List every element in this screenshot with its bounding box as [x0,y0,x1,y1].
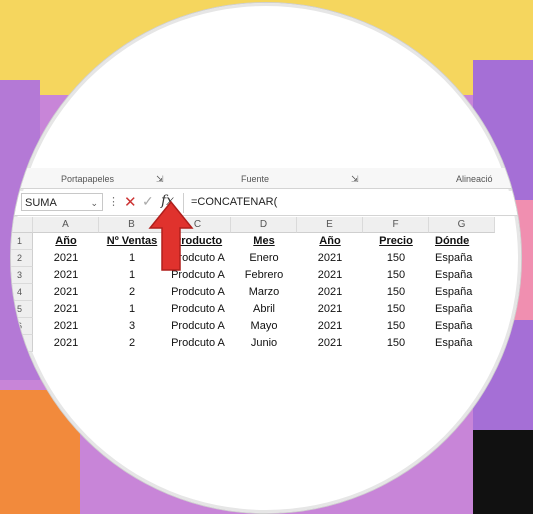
clipboard-launcher-icon[interactable]: ⇲ [156,174,164,185]
magnifier-circle: Portapapeles ⇲ Fuente ⇲ Alineació SUMA ⌄… [11,3,521,513]
column-header-g[interactable]: G [429,217,495,233]
table-cell[interactable]: Febrero [231,267,297,284]
name-box-value: SUMA [25,197,57,209]
column-header-e[interactable]: E [297,217,363,233]
row-header-1[interactable]: 1 [11,233,33,250]
table-cell[interactable]: España [429,284,495,301]
red-arrow-icon [148,200,194,271]
table-cell[interactable]: España [429,335,495,352]
header-cell-f[interactable]: Precio [363,233,429,250]
table-cell[interactable]: Prodcuto A [165,284,231,301]
font-launcher-icon[interactable]: ⇲ [351,174,359,185]
table-cell[interactable]: 2021 [297,335,363,352]
table-cell[interactable]: Marzo [231,284,297,301]
table-cell[interactable]: España [429,318,495,335]
header-cell-a[interactable]: Año [33,233,99,250]
table-cell[interactable]: 2021 [33,335,99,352]
table-cell[interactable]: Enero [231,250,297,267]
chevron-down-icon[interactable]: ⌄ [90,194,98,212]
table-cell[interactable]: 2 [99,284,165,301]
table-cell[interactable]: 150 [363,284,429,301]
header-cell-g[interactable]: Dónde [429,233,495,250]
name-box[interactable]: SUMA ⌄ [21,193,103,211]
table-cell[interactable]: 1 [99,301,165,318]
header-cell-e[interactable]: Año [297,233,363,250]
table-cell[interactable]: 2021 [33,250,99,267]
table-cell[interactable]: 2021 [297,267,363,284]
row-header-3[interactable]: 3 [11,267,33,284]
select-all-corner[interactable] [11,217,33,233]
column-header-f[interactable]: F [363,217,429,233]
table-cell[interactable]: Prodcuto A [165,318,231,335]
header-cell-d[interactable]: Mes [231,233,297,250]
column-header-a[interactable]: A [33,217,99,233]
ribbon-group-font[interactable]: Fuente [241,174,269,184]
row-header-4[interactable]: 4 [11,284,33,301]
table-cell[interactable]: 2 [99,335,165,352]
table-cell[interactable]: 3 [99,318,165,335]
table-cell[interactable]: Mayo [231,318,297,335]
table-cell[interactable]: Prodcuto A [165,301,231,318]
table-cell[interactable]: 2021 [33,301,99,318]
table-cell[interactable]: Junio [231,335,297,352]
table-cell[interactable]: 2021 [33,267,99,284]
table-cell[interactable]: 150 [363,335,429,352]
ribbon-group-clipboard[interactable]: Portapapeles [61,174,114,184]
formula-bar: SUMA ⌄ ⋮ ✕ ✓ fx =CONCATENAR( [11,191,521,216]
row-header-undefined[interactable] [11,335,33,352]
more-options-icon[interactable]: ⋮ [108,195,119,208]
row-header-2[interactable]: 2 [11,250,33,267]
table-cell[interactable]: 2021 [33,318,99,335]
table-cell[interactable]: 2021 [33,284,99,301]
table-cell[interactable]: 150 [363,318,429,335]
cancel-icon[interactable]: ✕ [124,193,137,211]
table-cell[interactable]: España [429,250,495,267]
table-cell[interactable]: 2021 [297,284,363,301]
ribbon-group-labels: Portapapeles ⇲ Fuente ⇲ Alineació [11,168,521,189]
table-cell[interactable]: España [429,301,495,318]
row-header-6[interactable]: 6 [11,318,33,335]
column-header-d[interactable]: D [231,217,297,233]
table-cell[interactable]: España [429,267,495,284]
table-cell[interactable]: Abril [231,301,297,318]
table-cell[interactable]: 2021 [297,301,363,318]
background-black [473,430,533,514]
table-cell[interactable]: Prodcuto A [165,335,231,352]
table-cell[interactable]: 150 [363,267,429,284]
row-header-5[interactable]: 5 [11,301,33,318]
table-cell[interactable]: 2021 [297,318,363,335]
ribbon-group-alignment[interactable]: Alineació [456,174,493,184]
table-cell[interactable]: 2021 [297,250,363,267]
table-cell[interactable]: 150 [363,301,429,318]
formula-input[interactable]: =CONCATENAR( [191,196,277,208]
table-cell[interactable]: 150 [363,250,429,267]
